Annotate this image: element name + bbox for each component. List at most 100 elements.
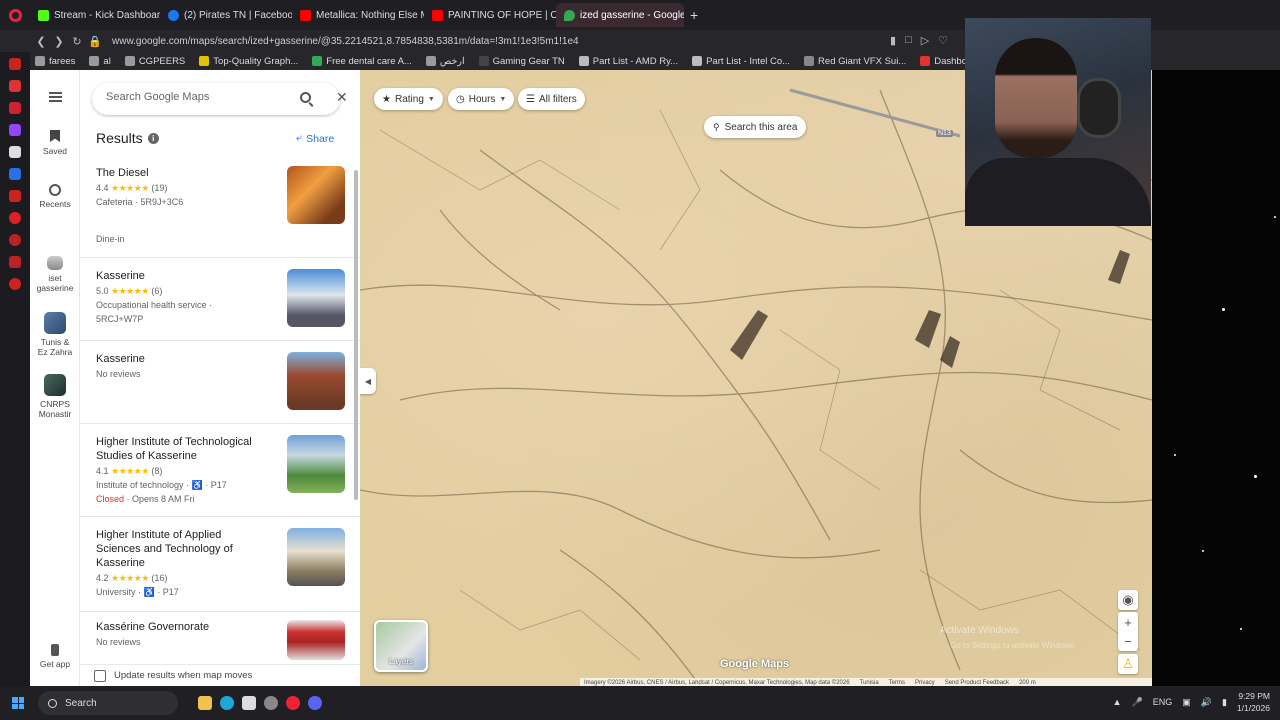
place-photo[interactable] (287, 620, 345, 660)
edge-icon[interactable] (220, 696, 234, 710)
update-results-toggle[interactable]: Update results when map moves (80, 664, 360, 686)
bookmark-item[interactable]: Top-Quality Graph... (194, 56, 303, 67)
all-filters-chip[interactable]: ☰ All filters (518, 88, 585, 110)
rail-label: Get app (39, 659, 71, 669)
twitch-icon[interactable] (9, 124, 21, 136)
pin-icon[interactable]: ▮ (890, 34, 896, 47)
bookmark-item[interactable]: Part List - Intel Co... (687, 56, 795, 67)
opera-logo-icon[interactable] (0, 0, 30, 30)
aria-icon[interactable] (9, 58, 21, 70)
search-this-area-button[interactable]: ⚲ Search this area (704, 116, 807, 138)
result-item[interactable]: The Diesel 4.4 ★★★★★ (19) Cafeteria · 5R… (80, 166, 360, 258)
instagram-icon[interactable] (9, 102, 21, 114)
battery-icon[interactable]: ▮ (1222, 697, 1227, 708)
result-item[interactable]: Higher Institute of Technological Studie… (80, 435, 360, 517)
rail-recents[interactable]: Recents (30, 184, 80, 209)
rail-recent-iset[interactable]: iset gasserine (30, 256, 80, 293)
file-explorer-icon[interactable] (198, 696, 212, 710)
rail-recent-cnrps[interactable]: CNRPS Monastir (30, 374, 80, 419)
opera-taskbar-icon[interactable] (286, 696, 300, 710)
info-icon[interactable]: i (147, 132, 159, 144)
extensions-icon[interactable] (9, 256, 21, 268)
star (1274, 216, 1276, 218)
zoom-in-button[interactable]: + (1118, 612, 1138, 632)
my-location-button[interactable]: ◉ (1118, 590, 1138, 610)
menu-button[interactable] (30, 92, 80, 102)
result-item[interactable]: Kasserine No reviews (80, 352, 360, 424)
close-icon[interactable]: ✕ (336, 89, 348, 106)
messenger-icon[interactable] (9, 80, 21, 92)
bookmark-item[interactable]: Gaming Gear TN (474, 56, 570, 67)
tab-kick[interactable]: Stream - Kick Dashboard (30, 3, 160, 27)
tab-youtube-metallica[interactable]: Metallica: Nothing Else M (292, 3, 424, 27)
player-icon[interactable] (9, 212, 21, 224)
music-icon[interactable] (9, 190, 21, 202)
share-button[interactable]: ⤶ Share (296, 132, 334, 145)
tab-youtube-painting[interactable]: PAINTING OF HOPE | Offi (424, 3, 556, 27)
network-icon[interactable]: ▣ (1182, 697, 1191, 708)
checkbox-icon[interactable] (94, 669, 106, 682)
zoom-out-button[interactable]: − (1118, 631, 1138, 651)
rail-saved[interactable]: Saved (30, 130, 80, 156)
url-field[interactable]: www.google.com/maps/search/ized+gasserin… (112, 36, 579, 47)
reload-icon[interactable]: ↻ (68, 35, 86, 48)
terms-link[interactable]: Terms (889, 678, 905, 686)
microphone-icon[interactable]: 🎤 (1131, 697, 1142, 708)
place-photo[interactable] (287, 528, 345, 586)
feedback-link[interactable]: Send Product Feedback (945, 678, 1009, 686)
result-item[interactable]: Kassérine Governorate No reviews (80, 620, 360, 664)
star-icon: ★ (382, 93, 391, 105)
history-sidebar-icon[interactable] (9, 234, 21, 246)
rating-value: 4.1 (96, 466, 109, 476)
snapshot-icon[interactable]: □ (905, 34, 912, 47)
pegman-button[interactable]: ♙ (1118, 654, 1138, 674)
bookmark-item[interactable]: CGPEERS (120, 56, 190, 67)
taskbar-search[interactable]: Search (38, 691, 178, 715)
settings-icon[interactable] (264, 696, 278, 710)
bookmark-item[interactable]: al (84, 56, 115, 67)
privacy-link[interactable]: Privacy (915, 678, 935, 686)
heart-icon[interactable]: ♡ (938, 34, 948, 47)
place-photo[interactable] (287, 166, 345, 224)
volume-icon[interactable]: 🔊 (1201, 697, 1212, 708)
discord-icon[interactable] (308, 696, 322, 710)
opens-time: · Opens 8 AM Fri (124, 494, 195, 504)
partlist-icon (578, 56, 589, 66)
new-tab-button[interactable]: + (684, 7, 704, 23)
rating-filter-chip[interactable]: ★ Rating ▼ (374, 88, 443, 110)
bookmark-item[interactable]: ارخص (421, 56, 470, 67)
tab-google-maps[interactable]: ized gasserine - Google M (556, 3, 684, 27)
place-thumbnail-icon (44, 374, 66, 396)
result-item[interactable]: Kasserine 5.0 ★★★★★ (6) Occupational hea… (80, 269, 360, 341)
bookmark-item[interactable]: Free dental care A... (307, 56, 417, 67)
bookmark-item[interactable]: Red Giant VFX Sui... (799, 56, 911, 67)
store-icon[interactable] (242, 696, 256, 710)
collapse-panel-button[interactable]: ◀ (360, 368, 376, 394)
search-input[interactable] (106, 91, 266, 103)
tab-facebook[interactable]: (2) Pirates TN | Facebook (160, 3, 292, 27)
place-photo[interactable] (287, 352, 345, 410)
clock[interactable]: 9:29 PM 1/1/2026 (1237, 690, 1270, 714)
chevron-up-icon[interactable]: ▲ (1113, 697, 1122, 707)
history-icon (49, 184, 61, 196)
back-icon[interactable]: ❮ (32, 35, 50, 48)
rail-recent-tunis[interactable]: Tunis & Ez Zahra (30, 312, 80, 357)
settings-icon[interactable] (9, 278, 21, 290)
rail-get-app[interactable]: Get app (30, 644, 80, 669)
place-photo[interactable] (287, 269, 345, 327)
language-indicator[interactable]: ENG (1153, 697, 1173, 707)
search-icon[interactable] (300, 92, 311, 103)
play-icon[interactable]: ▷ (921, 34, 929, 47)
forward-icon[interactable]: ❯ (50, 35, 68, 48)
layers-button[interactable]: Layers (374, 620, 428, 672)
result-item[interactable]: Higher Institute of Applied Sciences and… (80, 528, 360, 612)
place-photo[interactable] (287, 435, 345, 493)
windows-start-icon[interactable] (12, 697, 24, 709)
hours-filter-chip[interactable]: ◷ Hours ▼ (448, 88, 515, 110)
bookmark-item[interactable]: farees (30, 56, 80, 67)
bookmark-item[interactable]: Part List - AMD Ry... (574, 56, 683, 67)
rating-stars-icon: ★★★★★ (111, 466, 149, 476)
vpn-icon[interactable] (9, 168, 21, 180)
x-icon[interactable] (9, 146, 21, 158)
results-scrollbar[interactable] (354, 170, 358, 500)
